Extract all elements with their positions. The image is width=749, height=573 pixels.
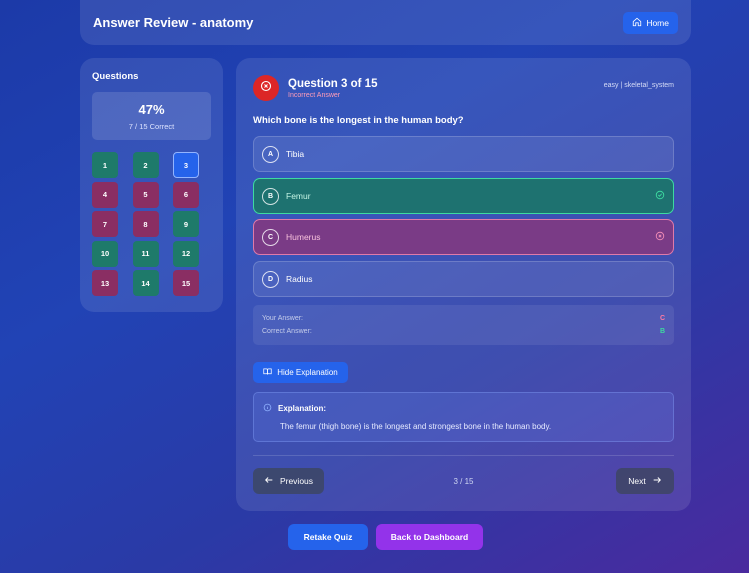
explanation-box: Explanation: The femur (thigh bone) is t… xyxy=(253,392,674,442)
question-panel: Question 3 of 15 Incorrect Answer easy |… xyxy=(236,58,691,511)
question-nav-9[interactable]: 9 xyxy=(173,211,199,237)
home-button-label: Home xyxy=(646,17,669,28)
question-grid: 1 2 3 4 5 6 7 8 9 10 11 12 13 14 15 xyxy=(92,152,211,296)
page-title: Answer Review - anatomy xyxy=(93,15,254,30)
question-header: Question 3 of 15 Incorrect Answer easy |… xyxy=(253,75,674,101)
check-circle-icon xyxy=(655,187,665,205)
home-icon xyxy=(632,17,642,29)
question-nav-10[interactable]: 10 xyxy=(92,240,118,267)
option-text: Femur xyxy=(286,191,311,201)
x-circle-icon xyxy=(260,79,272,97)
option-c[interactable]: C Humerus xyxy=(253,219,674,255)
your-answer-label: Your Answer: xyxy=(262,315,303,322)
arrow-right-icon xyxy=(652,475,662,487)
option-text: Tibia xyxy=(286,149,305,159)
question-nav-13[interactable]: 13 xyxy=(92,270,118,296)
question-nav-15[interactable]: 15 xyxy=(173,270,199,296)
option-a[interactable]: A Tibia xyxy=(253,136,674,172)
score-count: 7 / 15 Correct xyxy=(128,121,175,131)
score-percent: 47% xyxy=(138,101,165,117)
x-circle-icon xyxy=(655,228,665,246)
option-letter: B xyxy=(262,187,279,205)
next-button[interactable]: Next xyxy=(616,468,674,494)
hide-explanation-label: Hide Explanation xyxy=(277,368,338,377)
question-meta: easy | skeletal_system xyxy=(603,82,674,89)
question-nav-12[interactable]: 12 xyxy=(173,240,199,267)
question-nav-11[interactable]: 11 xyxy=(132,240,159,267)
answer-status: Incorrect Answer xyxy=(288,91,341,99)
next-label: Next xyxy=(628,476,646,486)
divider xyxy=(253,455,674,456)
question-nav-4[interactable]: 4 xyxy=(92,181,118,208)
option-text: Radius xyxy=(286,274,313,284)
question-nav-7[interactable]: 7 xyxy=(92,211,118,237)
question-number: Question 3 of 15 xyxy=(288,77,378,90)
info-icon xyxy=(263,403,272,414)
explanation-text: The femur (thigh bone) is the longest an… xyxy=(280,422,552,431)
sidebar-title: Questions xyxy=(92,71,139,82)
option-letter: A xyxy=(262,145,279,163)
hide-explanation-button[interactable]: Hide Explanation xyxy=(253,362,348,383)
question-nav-14[interactable]: 14 xyxy=(132,270,159,296)
home-button[interactable]: Home xyxy=(623,11,678,34)
question-text: Which bone is the longest in the human b… xyxy=(253,115,464,126)
correct-answer-value: B xyxy=(659,328,665,335)
incorrect-badge xyxy=(253,75,279,101)
back-to-dashboard-button[interactable]: Back to Dashboard xyxy=(376,524,483,550)
explanation-title: Explanation: xyxy=(278,404,327,413)
question-nav-6[interactable]: 6 xyxy=(173,181,199,208)
option-text: Humerus xyxy=(286,232,321,242)
question-nav-3[interactable]: 3 xyxy=(173,152,199,178)
option-d[interactable]: D Radius xyxy=(253,261,674,297)
option-letter: D xyxy=(262,270,279,288)
option-letter: C xyxy=(262,228,279,246)
option-b[interactable]: B Femur xyxy=(253,178,674,214)
question-nav-1[interactable]: 1 xyxy=(92,152,118,178)
question-nav-8[interactable]: 8 xyxy=(132,211,159,237)
question-nav-5[interactable]: 5 xyxy=(132,181,159,208)
questions-sidebar: Questions 47% 7 / 15 Correct 1 2 3 4 5 6 7 8 9 10… xyxy=(80,58,223,312)
page-header: Answer Review - anatomy Home xyxy=(80,0,691,45)
correct-answer-label: Correct Answer: xyxy=(262,328,312,335)
your-answer-value: C xyxy=(659,315,665,322)
question-nav-2[interactable]: 2 xyxy=(132,152,159,178)
answer-summary: Your Answer: C Correct Answer: B xyxy=(253,305,674,345)
score-summary: 47% 7 / 15 Correct xyxy=(92,92,211,140)
book-icon xyxy=(263,367,272,378)
retake-quiz-button[interactable]: Retake Quiz xyxy=(288,524,368,550)
